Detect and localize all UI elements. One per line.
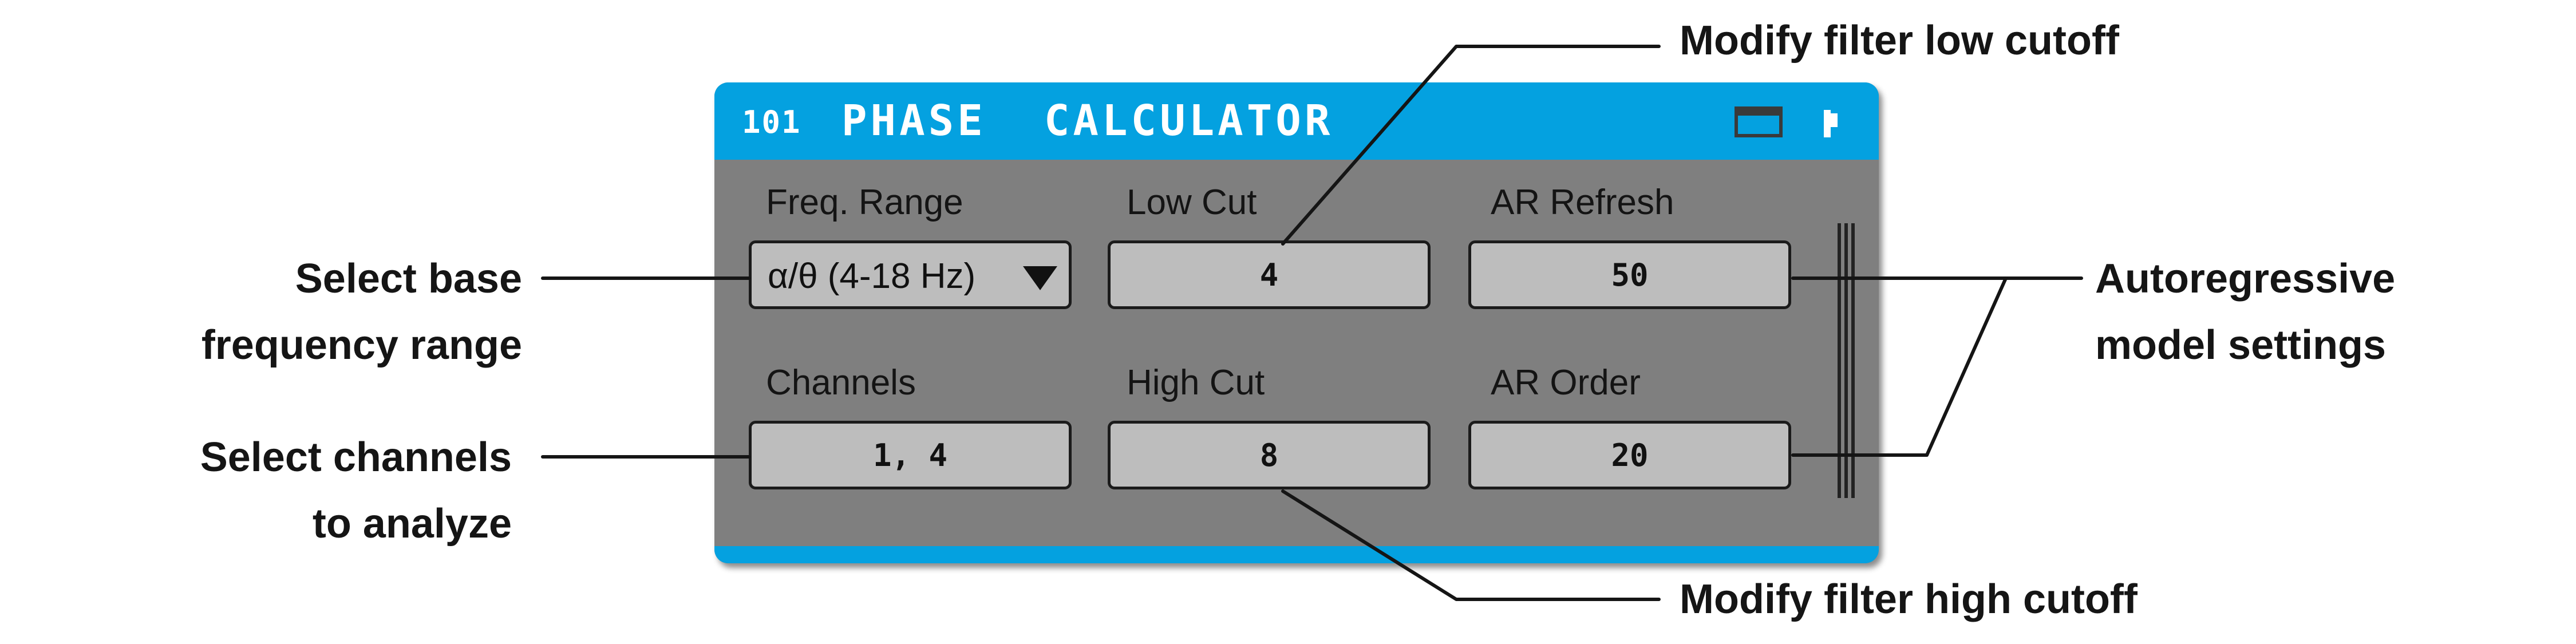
callout-base-freq: Select base frequency range (201, 256, 522, 368)
callout-high-cutoff: Modify filter high cutoff (1680, 576, 2138, 622)
leader-high-cutoff (1281, 489, 1661, 601)
callout-ar-model: Autoregressive model settings (2095, 256, 2396, 368)
callout-channels: Select channels to analyze (200, 434, 512, 547)
callout-low-cutoff: Modify filter low cutoff (1680, 18, 2119, 64)
leader-low-cutoff (1281, 45, 1661, 246)
figure: 101 PHASE CALCULATOR Freq. Range α/θ (4-… (0, 0, 2576, 644)
leader-ar-order (1791, 276, 2008, 457)
